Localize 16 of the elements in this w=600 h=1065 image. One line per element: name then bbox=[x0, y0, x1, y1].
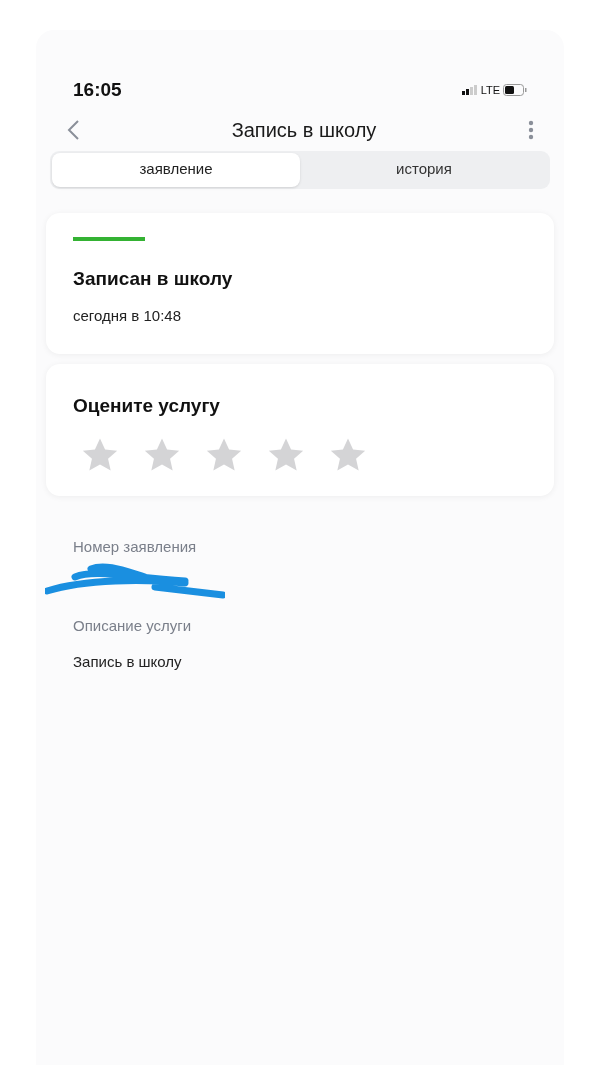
status-time: 16:05 bbox=[73, 78, 122, 102]
detail-value: Запись в школу bbox=[73, 652, 183, 672]
status-bar-indicator bbox=[73, 236, 145, 241]
network-label: LTE bbox=[480, 83, 500, 98]
status-time-text: сегодня в 10:48 bbox=[73, 306, 182, 326]
back-icon[interactable] bbox=[66, 118, 80, 141]
detail-label: Номер заявления bbox=[73, 537, 198, 557]
page-title: Запись в школу bbox=[231, 117, 377, 143]
rating-title: Оцените услугу bbox=[73, 393, 221, 418]
signal-icon bbox=[461, 85, 478, 96]
status-title: Записан в школу bbox=[73, 266, 234, 291]
detail-label: Описание услуги bbox=[73, 615, 193, 636]
tab[interactable]: заявление bbox=[52, 152, 300, 187]
tab[interactable]: история bbox=[300, 152, 548, 187]
battery-icon bbox=[503, 84, 527, 97]
more-icon[interactable] bbox=[528, 118, 534, 141]
